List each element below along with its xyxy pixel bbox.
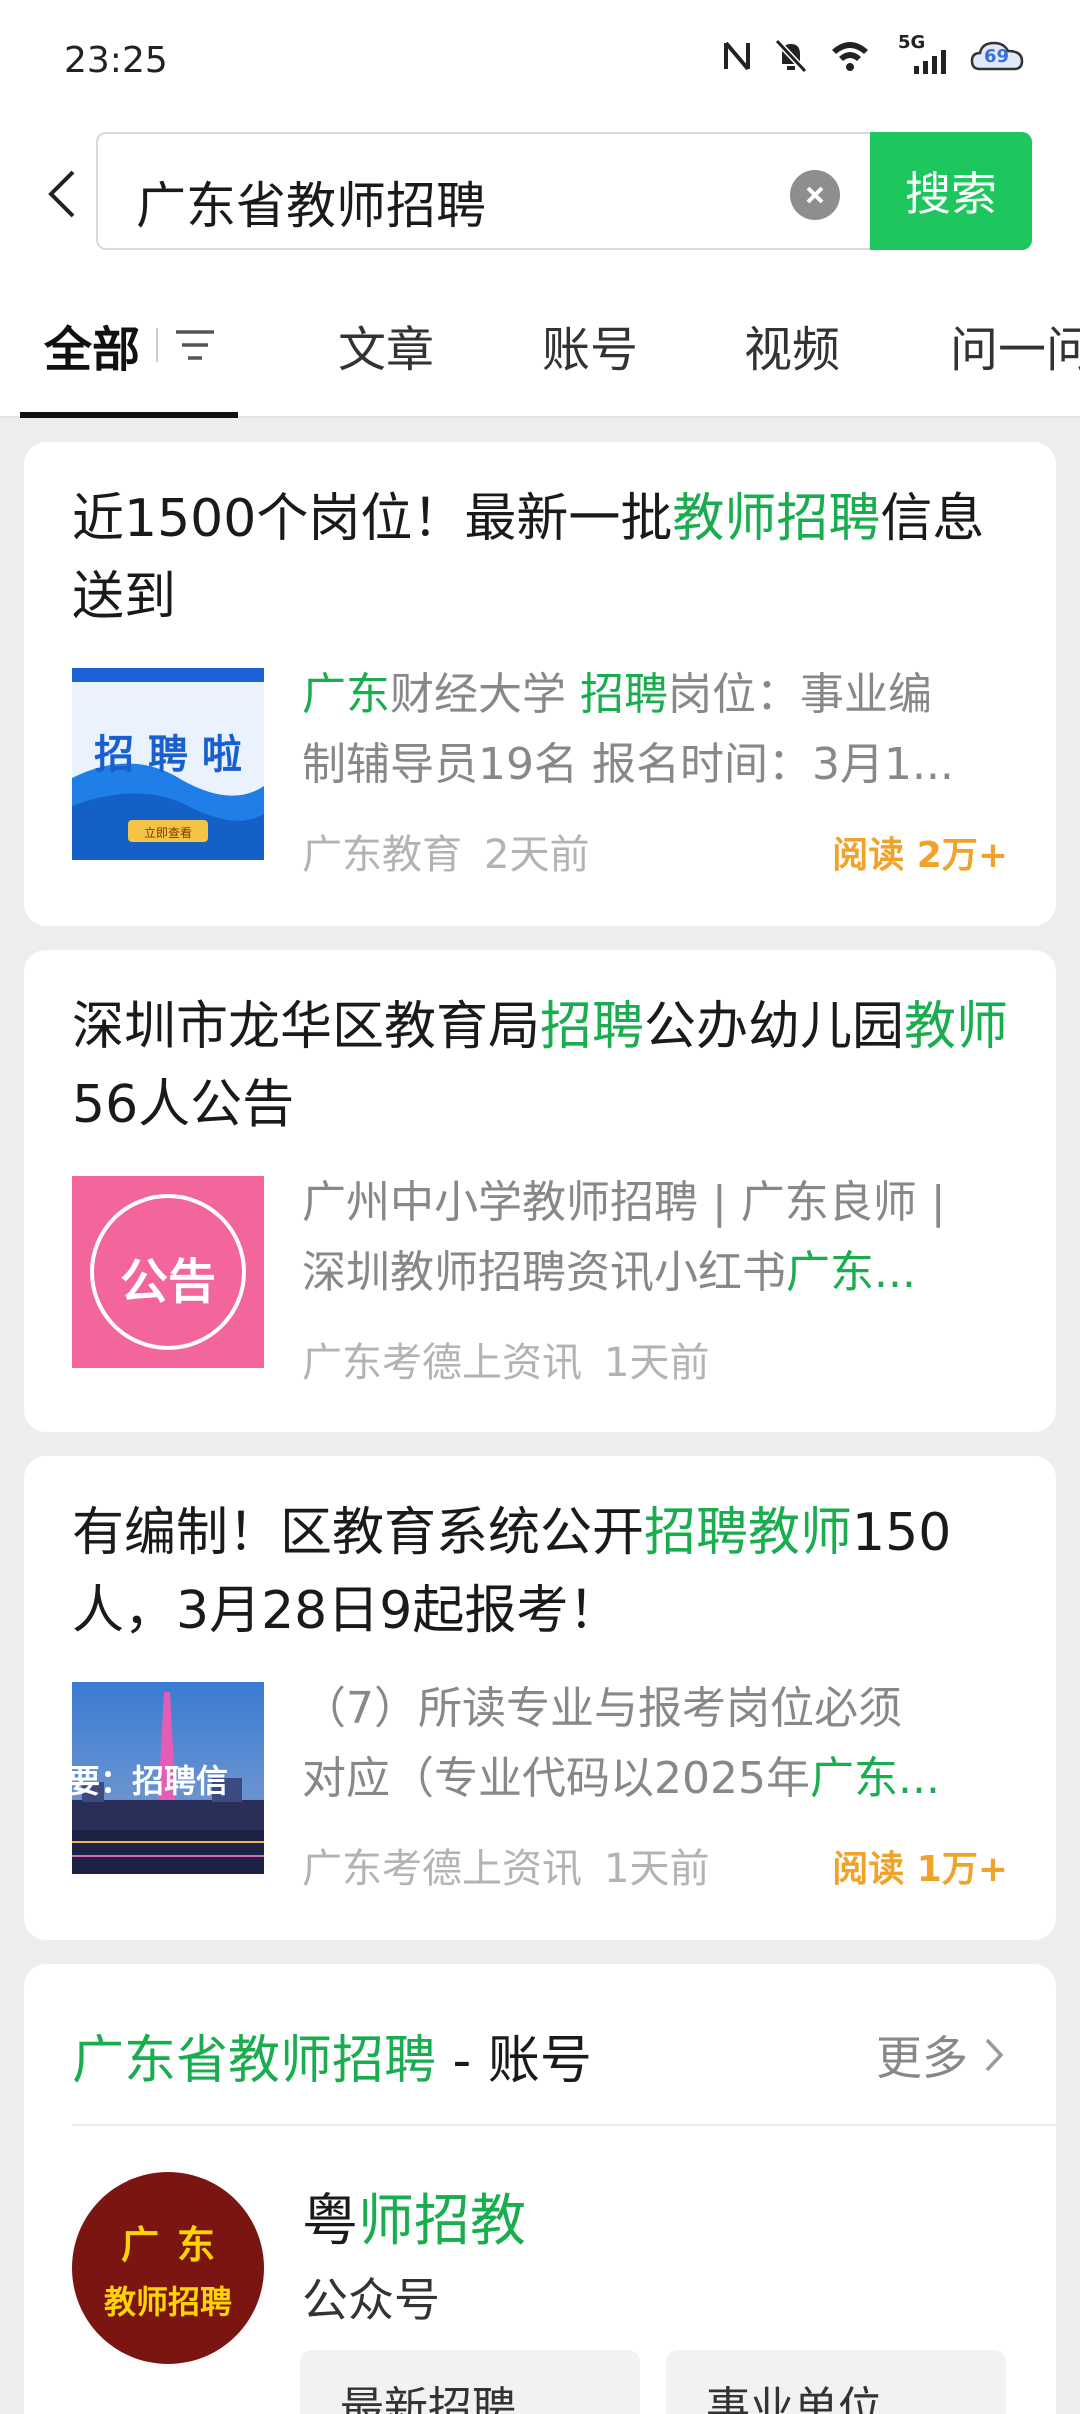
battery-icon: 69 [970,39,1028,73]
search-button[interactable]: 搜索 [870,132,1032,250]
chevron-right-icon [985,2038,1004,2072]
result-source[interactable]: 广东考德上资讯 [302,1340,582,1386]
thumb-headline: 要：招聘信 [72,1762,229,1800]
account-section: 广东省教师招聘 - 账号 更多 广东 教师招聘 粤师招教 公众号 最新招聘 事业… [24,1964,1056,2414]
account-menu-chip[interactable]: 最新招聘 [300,2350,640,2414]
thumb-button-text: 立即查看 [143,826,192,840]
nfc-icon [724,41,750,71]
tab-ask[interactable]: 问一问 [950,310,1080,380]
result-title: 近1500个岗位！最新一批教师招聘信息送到 [72,489,985,627]
result-thumbnail: 要：招聘信 [72,1682,264,1874]
result-thumbnail: 招 聘 啦 立即查看 [72,668,264,860]
result-tabs: 全部 文章 账号 视频 问一问 [0,268,1080,418]
result-card[interactable]: 近1500个岗位！最新一批教师招聘信息送到 招 聘 啦 立即查看 广东财经大学 … [24,442,1056,926]
avatar-text-line1: 广东 [120,2222,233,2267]
clear-button[interactable] [790,170,840,220]
account-avatar[interactable]: 广东 教师招聘 [72,2172,264,2364]
result-source[interactable]: 广东考德上资讯 [302,1846,582,1892]
result-thumbnail: 公告 [72,1176,264,1368]
status-time: 23:25 [64,40,168,81]
search-input[interactable]: 广东省教师招聘 [96,132,872,250]
result-snippet: 广东财经大学 招聘岗位：事业编 制辅导员19名 报名时间：3月1... [302,669,954,790]
tab-all[interactable]: 全部 [44,310,140,380]
close-icon [806,186,824,204]
active-tab-indicator [20,412,238,418]
battery-level: 69 [984,46,1010,67]
filter-icon[interactable] [174,326,216,364]
read-count: 阅读 2万+ [832,835,1008,876]
result-title: 深圳市龙华区教育局招聘公办幼儿园教师56人公告 [72,997,1009,1135]
result-time: 1天前 [604,1846,710,1892]
tab-accounts[interactable]: 账号 [542,310,638,380]
mute-icon [774,38,808,74]
result-meta: 广东考德上资讯 1天前 [302,1330,709,1388]
avatar-text-line2: 教师招聘 [103,2282,232,2321]
tab-articles[interactable]: 文章 [338,310,434,380]
more-label: 更多 [876,2031,968,2085]
result-card[interactable]: 有编制！区教育系统公开招聘教师150人，3月28日9起报考！ 要：招聘信 （7）… [24,1456,1056,1940]
result-meta: 广东考德上资讯 1天前 [302,1836,709,1894]
signal-icon [914,50,946,74]
result-card[interactable]: 深圳市龙华区教育局招聘公办幼儿园教师56人公告 公告 广州中小学教师招聘 | 广… [24,950,1056,1432]
read-count: 阅读 1万+ [832,1849,1008,1890]
result-meta: 广东教育 2天前 [302,822,589,880]
account-type: 公众号 [302,2273,440,2327]
account-section-title: 广东省教师招聘 - 账号 [72,2031,592,2091]
result-title: 有编制！区教育系统公开招聘教师150人，3月28日9起报考！ [72,1503,952,1641]
back-icon [48,170,75,218]
wifi-icon [832,42,868,71]
result-time: 2天前 [484,832,590,878]
result-source[interactable]: 广东教育 [302,832,462,878]
search-query: 广东省教师招聘 [136,177,486,235]
result-snippet: （7）所读专业与报考岗位必须 对应（专业代码以2025年广东... [302,1683,940,1804]
result-snippet: 广州中小学教师招聘 | 广东良师 | 深圳教师招聘资讯小红书广东... [302,1177,946,1298]
result-time: 1天前 [604,1340,710,1386]
thumb-headline: 招 聘 啦 [94,732,242,778]
account-menu-chip[interactable]: 事业单位 [666,2350,1006,2414]
tab-videos[interactable]: 视频 [744,310,840,380]
thumb-headline: 公告 [119,1254,216,1310]
back-button[interactable] [34,158,90,230]
signal-indicator: 5G [892,32,948,74]
account-name[interactable]: 粤师招教 [302,2176,526,2257]
divider [72,2124,1056,2126]
tab-divider [156,328,158,362]
status-icons: 5G 69 [722,32,1028,74]
search-row: 广东省教师招聘 搜索 [0,128,1080,268]
status-bar: 23:25 5G 69 [0,0,1080,128]
more-button[interactable]: 更多 [876,2022,1004,2088]
